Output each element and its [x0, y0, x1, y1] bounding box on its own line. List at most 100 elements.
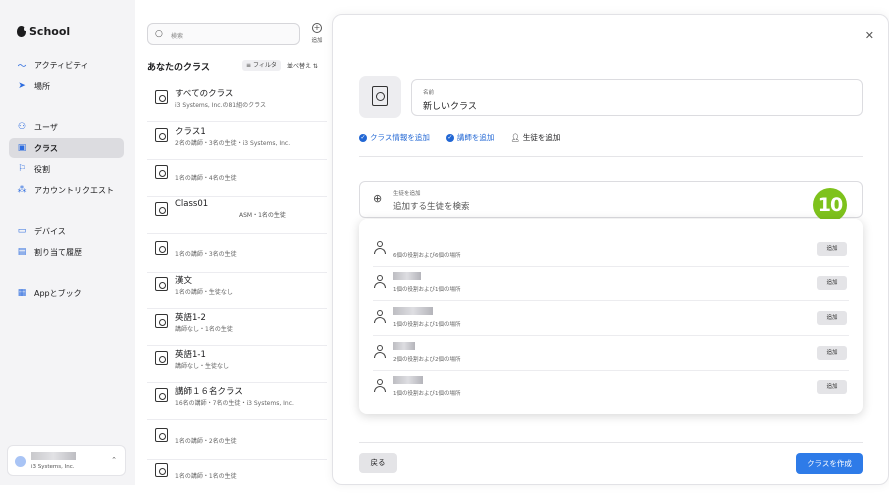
apps-books-icon: ▦ [17, 288, 27, 298]
avatar [15, 456, 26, 467]
add-student-button[interactable]: 追加 [817, 346, 847, 360]
sidebar-item-assignment-history[interactable]: ▤ 割り当て履歴 [9, 242, 124, 262]
class-name: 講師１６名クラス [175, 387, 243, 397]
plus-circle-icon: + [312, 23, 322, 33]
class-details: 講師なし・生徒なし [175, 363, 230, 370]
list-item[interactable]: 漢文 1名の講師・生徒なし [147, 269, 327, 309]
step-teachers[interactable]: ✓ 講師を追加 [445, 132, 495, 143]
class-icon [155, 277, 168, 291]
student-name-redacted [393, 376, 423, 384]
list-item[interactable]: 英語1-2 講師なし・1名の生徒 [147, 306, 327, 346]
class-badge-icon [372, 86, 388, 106]
account-switcher[interactable]: i3 Systems, Inc. ⌃ [7, 445, 126, 476]
list-item[interactable]: 1個の役割および1個の場所 追加 [373, 302, 849, 336]
list-item[interactable]: クラス1 2名の講師・3名の生徒・i3 Systems, Inc. [147, 120, 327, 160]
person-icon: 👤︎ [510, 133, 520, 142]
close-icon[interactable]: ✕ [865, 29, 874, 42]
add-student-button[interactable]: 追加 [817, 242, 847, 256]
student-search-placeholder: 追加する生徒を検索 [393, 202, 470, 212]
back-button[interactable]: 戻る [359, 453, 397, 473]
class-icon [155, 128, 168, 142]
app-brand: School [17, 25, 70, 38]
list-item[interactable]: 2個の役割および2個の場所 追加 [373, 337, 849, 371]
filter-label: フィルタ [252, 62, 277, 69]
zoom-plus-icon: ⊕ [373, 192, 383, 205]
step-label: 講師を追加 [456, 133, 495, 142]
sidebar-item-label: 割り当て履歴 [34, 247, 82, 257]
class-name: Class01 [175, 199, 209, 209]
sidebar-item-apps-books[interactable]: ▦ Appとブック [9, 283, 124, 303]
list-item[interactable]: 1名の講師・3名の生徒 [147, 233, 327, 273]
create-class-button[interactable]: クラスを作成 [796, 453, 863, 474]
brand-label: School [29, 25, 71, 38]
class-icon [155, 90, 168, 104]
sidebar: School 〜 アクティビティ ➤ 場所 ⚇ ユーザ ▣ クラス ⚐ 役割 ⁂… [0, 0, 135, 485]
class-icon [155, 202, 168, 216]
class-details: 1名の講師・3名の生徒 [175, 251, 237, 258]
student-name-redacted [393, 307, 433, 315]
class-details: 1名の講師・1名の生徒 [175, 473, 237, 480]
list-item[interactable]: 英語1-1 講師なし・生徒なし [147, 343, 327, 383]
add-student-button[interactable]: 追加 [817, 311, 847, 325]
sidebar-item-devices[interactable]: ▭ デバイス [9, 221, 124, 241]
list-item[interactable]: 1個の役割および1個の場所 追加 [373, 267, 849, 301]
class-list-title: あなたのクラス [147, 63, 210, 73]
list-item[interactable]: 1名の講師・1名の生徒 [147, 455, 327, 495]
divider [359, 442, 863, 443]
divider [359, 156, 863, 157]
class-details: 1名の講師・4名の生徒 [175, 175, 237, 182]
sort-button[interactable]: 並べ替え ⇅ [287, 61, 318, 70]
sidebar-item-users[interactable]: ⚇ ユーザ [9, 117, 124, 137]
class-name: クラス1 [175, 127, 206, 137]
student-search-label: 生徒を追加 [393, 191, 421, 197]
class-icon [155, 428, 168, 442]
class-icon [155, 388, 168, 402]
student-search-input[interactable]: ⊕ 生徒を追加 追加する生徒を検索 [359, 181, 863, 218]
add-student-button[interactable]: 追加 [817, 380, 847, 394]
list-item[interactable]: すべてのクラス i3 Systems, Inc.の81組のクラス [147, 82, 327, 122]
person-icon [373, 275, 387, 289]
class-name: 漢文 [175, 276, 193, 286]
sidebar-item-label: 場所 [34, 81, 50, 91]
list-item[interactable]: 1個の役割および1個の場所 追加 [373, 371, 849, 405]
list-item[interactable]: Class01 ASM・1名の生徒 [147, 194, 327, 234]
sidebar-item-location[interactable]: ➤ 場所 [9, 76, 124, 96]
class-icon [155, 314, 168, 328]
class-name: すべてのクラス [175, 89, 234, 99]
step-students[interactable]: 👤︎ 生徒を追加 [510, 132, 560, 143]
class-list-panel: ○ 検索 + 追加 あなたのクラス ≡ フィルタ 並べ替え ⇅ すべてのクラス … [135, 0, 332, 485]
sidebar-item-account-requests[interactable]: ⁂ アカウントリクエスト [9, 180, 124, 200]
class-name-field[interactable]: 名前 新しいクラス [411, 79, 863, 116]
add-student-button[interactable]: 追加 [817, 276, 847, 290]
person-icon [373, 345, 387, 359]
class-details: i3 Systems, Inc.の81組のクラス [175, 102, 266, 109]
class-details: 1名の講師・生徒なし [175, 289, 233, 296]
class-details: 1名の講師・2名の生徒 [175, 438, 237, 445]
list-item[interactable]: 1名の講師・4名の生徒 [147, 157, 327, 197]
sort-label: 並べ替え [287, 63, 312, 70]
add-class-button[interactable]: + 追加 [309, 23, 325, 44]
filter-button[interactable]: ≡ フィルタ [242, 60, 281, 71]
location-icon: ➤ [18, 81, 26, 91]
sidebar-item-activity[interactable]: 〜 アクティビティ [9, 55, 124, 75]
sidebar-item-roles[interactable]: ⚐ 役割 [9, 159, 124, 179]
list-item[interactable]: 6個の役割および6個の場所 追加 [373, 233, 849, 267]
sidebar-item-class[interactable]: ▣ クラス [9, 138, 124, 158]
app-window: School 〜 アクティビティ ➤ 場所 ⚇ ユーザ ▣ クラス ⚐ 役割 ⁂… [0, 0, 889, 500]
checkmark-icon: ✓ [359, 133, 367, 142]
step-class-info[interactable]: ✓ クラス情報を追加 [359, 132, 430, 143]
class-details: 講師なし・1名の生徒 [175, 326, 233, 333]
class-icon: ▣ [17, 143, 27, 153]
list-item[interactable]: 1名の講師・2名の生徒 [147, 420, 327, 460]
student-results-dropdown: 6個の役割および6個の場所 追加 1個の役割および1個の場所 追加 1個の役割お… [359, 219, 863, 414]
class-image-button[interactable] [359, 76, 401, 118]
search-input[interactable]: ○ 検索 [147, 23, 300, 45]
list-item[interactable]: 講師１６名クラス 16名の講師・7名の生徒・i3 Systems, Inc. [147, 380, 327, 420]
new-class-modal: ✕ 名前 新しいクラス ✓ クラス情報を追加 ✓ 講師を追加 👤︎ 生徒を追加 … [332, 14, 889, 485]
step-label: クラス情報を追加 [370, 133, 430, 142]
class-details: 2名の講師・3名の生徒・i3 Systems, Inc. [175, 140, 291, 147]
search-icon: ○ [155, 29, 163, 39]
step-indicator: ✓ クラス情報を追加 ✓ 講師を追加 👤︎ 生徒を追加 [359, 132, 560, 143]
history-icon: ▤ [17, 247, 27, 257]
sidebar-item-label: アカウントリクエスト [34, 185, 114, 195]
